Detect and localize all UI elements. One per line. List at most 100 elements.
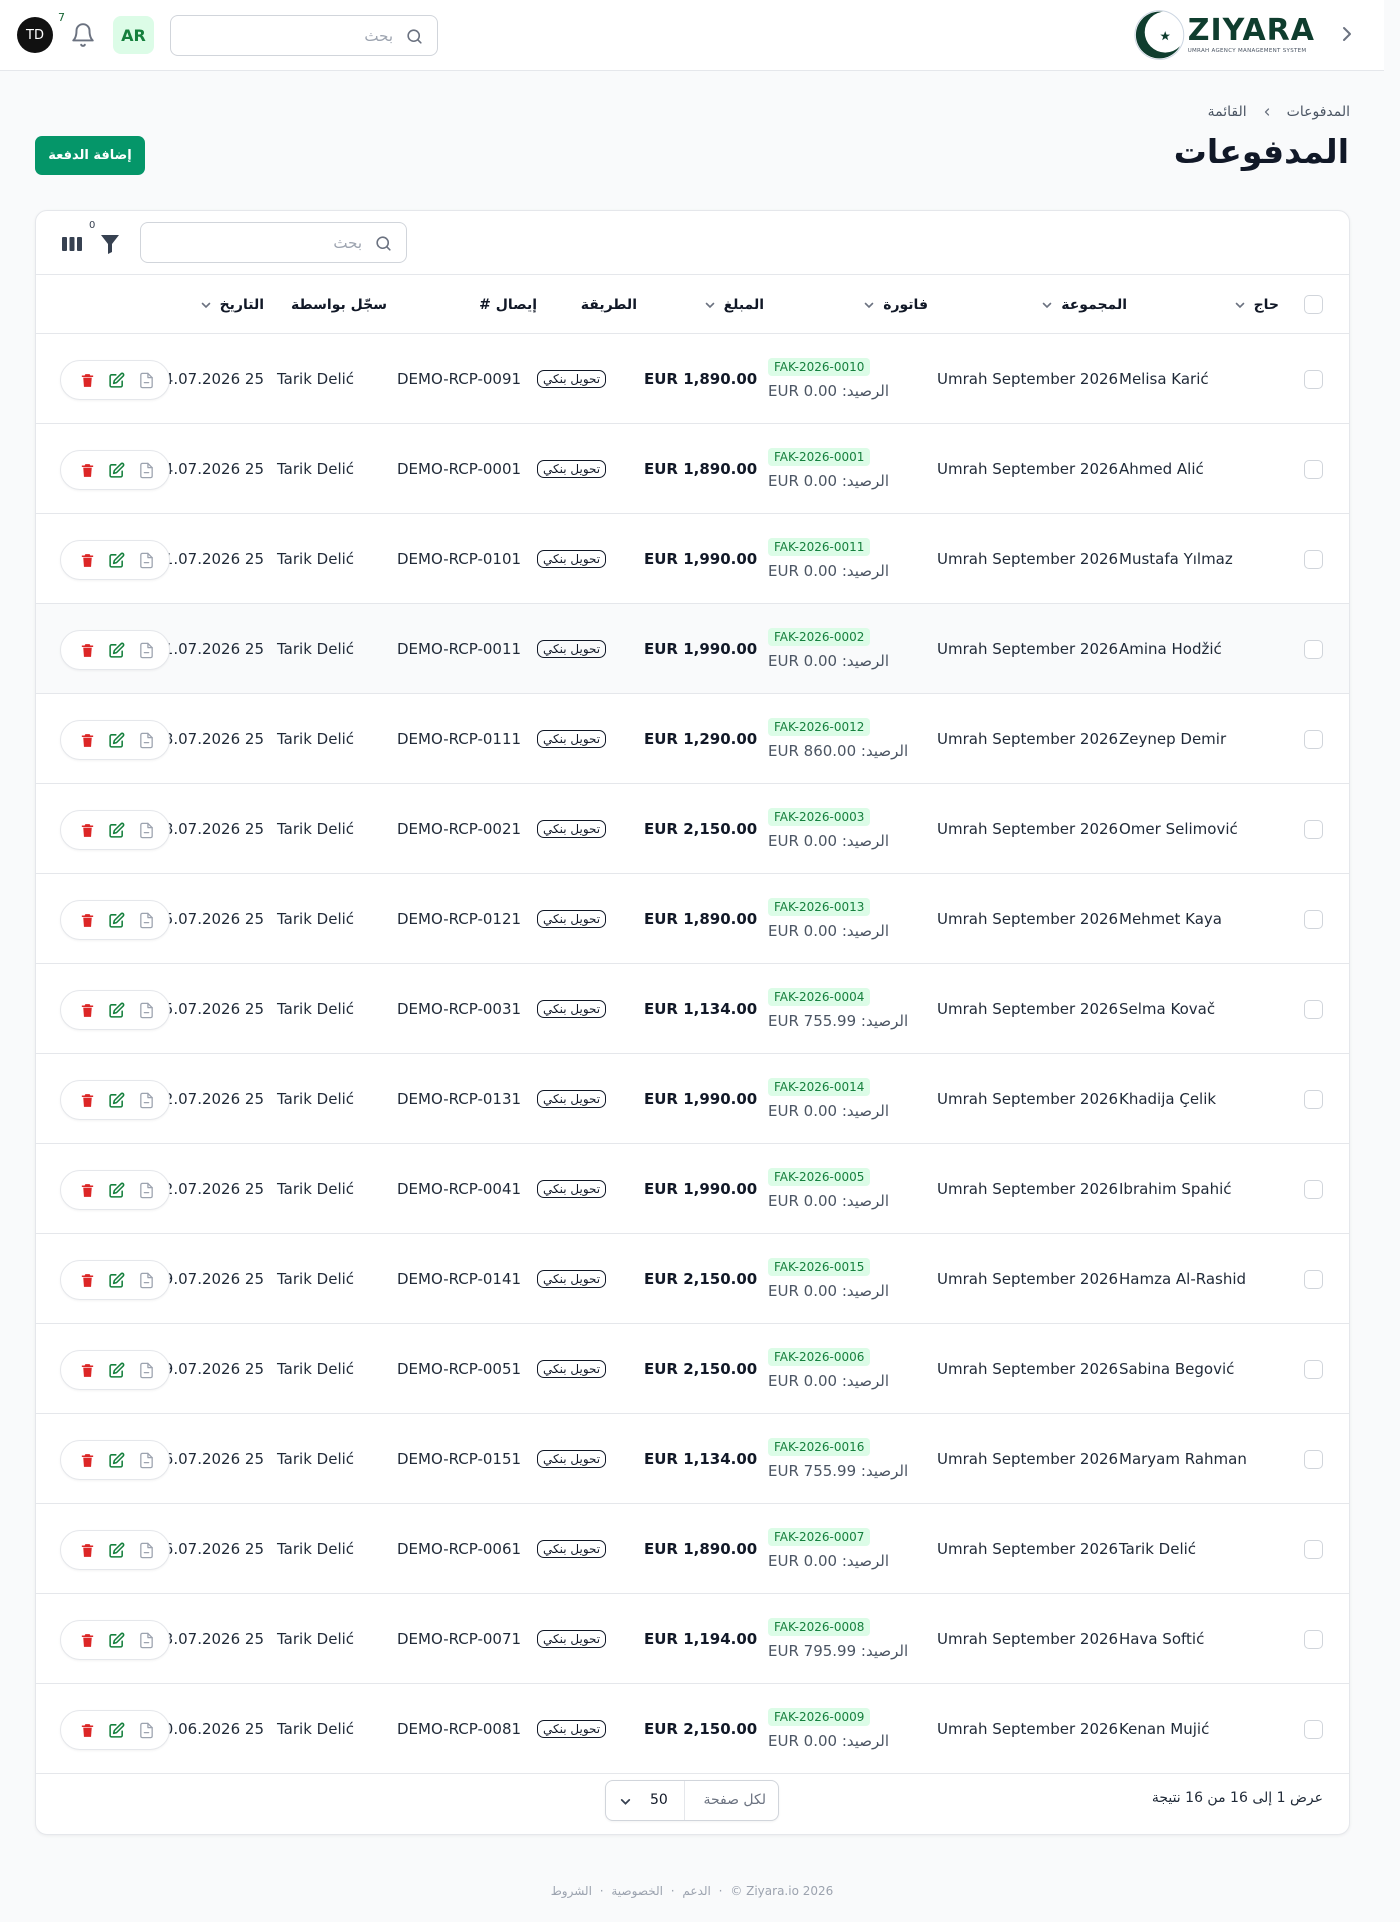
edit-icon[interactable] [108, 1452, 125, 1469]
trash-icon[interactable] [79, 912, 96, 929]
document-icon[interactable] [138, 1002, 155, 1019]
invoice-badge[interactable]: FAK-2026-0001 [768, 447, 871, 466]
column-header-group[interactable]: المجموعة [1041, 275, 1127, 334]
table-row[interactable]: Tarik Delić Umrah September 2026 FAK-202… [36, 1504, 1349, 1594]
app-logo[interactable]: ZIYARA UMRAH AGENCY MANAGEMENT SYSTEM [1133, 8, 1315, 62]
table-row[interactable]: Hamza Al-Rashid Umrah September 2026 FAK… [36, 1234, 1349, 1324]
table-row[interactable]: Mehmet Kaya Umrah September 2026 FAK-202… [36, 874, 1349, 964]
document-icon[interactable] [138, 1182, 155, 1199]
trash-icon[interactable] [79, 462, 96, 479]
edit-icon[interactable] [108, 372, 125, 389]
table-row[interactable]: Khadija Çelik Umrah September 2026 FAK-2… [36, 1054, 1349, 1144]
trash-icon[interactable] [79, 822, 96, 839]
trash-icon[interactable] [79, 372, 96, 389]
footer-link-terms[interactable]: الشروط [551, 1884, 592, 1898]
table-row[interactable]: Hava Softić Umrah September 2026 FAK-202… [36, 1594, 1349, 1684]
row-checkbox[interactable] [1304, 1270, 1323, 1289]
edit-icon[interactable] [108, 912, 125, 929]
trash-icon[interactable] [79, 1182, 96, 1199]
edit-icon[interactable] [108, 1362, 125, 1379]
document-icon[interactable] [138, 642, 155, 659]
document-icon[interactable] [138, 732, 155, 749]
invoice-badge[interactable]: FAK-2026-0014 [768, 1077, 871, 1096]
document-icon[interactable] [138, 1362, 155, 1379]
table-row[interactable]: Zeynep Demir Umrah September 2026 FAK-20… [36, 694, 1349, 784]
table-row[interactable]: Ahmed Alić Umrah September 2026 FAK-2026… [36, 424, 1349, 514]
invoice-badge[interactable]: FAK-2026-0016 [768, 1437, 871, 1456]
invoice-badge[interactable]: FAK-2026-0004 [768, 987, 871, 1006]
trash-icon[interactable] [79, 552, 96, 569]
trash-icon[interactable] [79, 732, 96, 749]
invoice-badge[interactable]: FAK-2026-0005 [768, 1167, 871, 1186]
document-icon[interactable] [138, 1272, 155, 1289]
table-row[interactable]: Melisa Karić Umrah September 2026 FAK-20… [36, 334, 1349, 424]
row-checkbox[interactable] [1304, 550, 1323, 569]
invoice-badge[interactable]: FAK-2026-0002 [768, 627, 871, 646]
invoice-badge[interactable]: FAK-2026-0008 [768, 1617, 871, 1636]
edit-icon[interactable] [108, 1002, 125, 1019]
table-row[interactable]: Kenan Mujić Umrah September 2026 FAK-202… [36, 1684, 1349, 1774]
footer-link-support[interactable]: الدعم [682, 1884, 710, 1898]
row-checkbox[interactable] [1304, 1090, 1323, 1109]
edit-icon[interactable] [108, 1542, 125, 1559]
document-icon[interactable] [138, 462, 155, 479]
chevron-right-icon[interactable] [1335, 22, 1359, 46]
invoice-badge[interactable]: FAK-2026-0011 [768, 537, 871, 556]
column-header-date[interactable]: التاريخ [200, 275, 264, 334]
invoice-badge[interactable]: FAK-2026-0010 [768, 357, 871, 376]
row-checkbox[interactable] [1304, 1540, 1323, 1559]
table-row[interactable]: Mustafa Yılmaz Umrah September 2026 FAK-… [36, 514, 1349, 604]
edit-icon[interactable] [108, 642, 125, 659]
row-checkbox[interactable] [1304, 460, 1323, 479]
edit-icon[interactable] [108, 1722, 125, 1739]
document-icon[interactable] [138, 822, 155, 839]
document-icon[interactable] [138, 1542, 155, 1559]
edit-icon[interactable] [108, 1272, 125, 1289]
global-search-input[interactable] [193, 24, 393, 48]
trash-icon[interactable] [79, 642, 96, 659]
trash-icon[interactable] [79, 1542, 96, 1559]
table-row[interactable]: Amina Hodžić Umrah September 2026 FAK-20… [36, 604, 1349, 694]
bell-icon[interactable] [70, 22, 96, 48]
table-row[interactable]: Sabina Begović Umrah September 2026 FAK-… [36, 1324, 1349, 1414]
invoice-badge[interactable]: FAK-2026-0009 [768, 1707, 871, 1726]
edit-icon[interactable] [108, 552, 125, 569]
row-checkbox[interactable] [1304, 1180, 1323, 1199]
invoice-badge[interactable]: FAK-2026-0013 [768, 897, 871, 916]
trash-icon[interactable] [79, 1092, 96, 1109]
column-header-amount[interactable]: المبلغ [704, 275, 764, 334]
column-header-pilgrim[interactable]: حاج [1234, 275, 1279, 334]
trash-icon[interactable] [79, 1002, 96, 1019]
trash-icon[interactable] [79, 1632, 96, 1649]
row-checkbox[interactable] [1304, 640, 1323, 659]
row-checkbox[interactable] [1304, 820, 1323, 839]
edit-icon[interactable] [108, 462, 125, 479]
invoice-badge[interactable]: FAK-2026-0006 [768, 1347, 871, 1366]
columns-icon[interactable] [61, 234, 83, 254]
invoice-badge[interactable]: FAK-2026-0012 [768, 717, 871, 736]
row-checkbox[interactable] [1304, 370, 1323, 389]
column-header-invoice[interactable]: فاتورة [863, 275, 928, 334]
select-all-checkbox[interactable] [1304, 295, 1323, 314]
row-checkbox[interactable] [1304, 1720, 1323, 1739]
document-icon[interactable] [138, 912, 155, 929]
edit-icon[interactable] [108, 732, 125, 749]
language-switcher[interactable]: AR [113, 16, 154, 54]
trash-icon[interactable] [79, 1362, 96, 1379]
table-row[interactable]: Maryam Rahman Umrah September 2026 FAK-2… [36, 1414, 1349, 1504]
edit-icon[interactable] [108, 1632, 125, 1649]
table-row[interactable]: Omer Selimović Umrah September 2026 FAK-… [36, 784, 1349, 874]
row-checkbox[interactable] [1304, 1450, 1323, 1469]
invoice-badge[interactable]: FAK-2026-0015 [768, 1257, 871, 1276]
document-icon[interactable] [138, 552, 155, 569]
row-checkbox[interactable] [1304, 1630, 1323, 1649]
row-checkbox[interactable] [1304, 1000, 1323, 1019]
footer-link-privacy[interactable]: الخصوصية [611, 1884, 663, 1898]
document-icon[interactable] [138, 1092, 155, 1109]
add-payment-button[interactable]: إضافة الدفعة [35, 136, 145, 175]
edit-icon[interactable] [108, 822, 125, 839]
document-icon[interactable] [138, 1452, 155, 1469]
user-avatar[interactable]: TD [17, 17, 53, 53]
table-search-input[interactable] [162, 231, 362, 255]
filter-icon[interactable] [100, 233, 120, 255]
